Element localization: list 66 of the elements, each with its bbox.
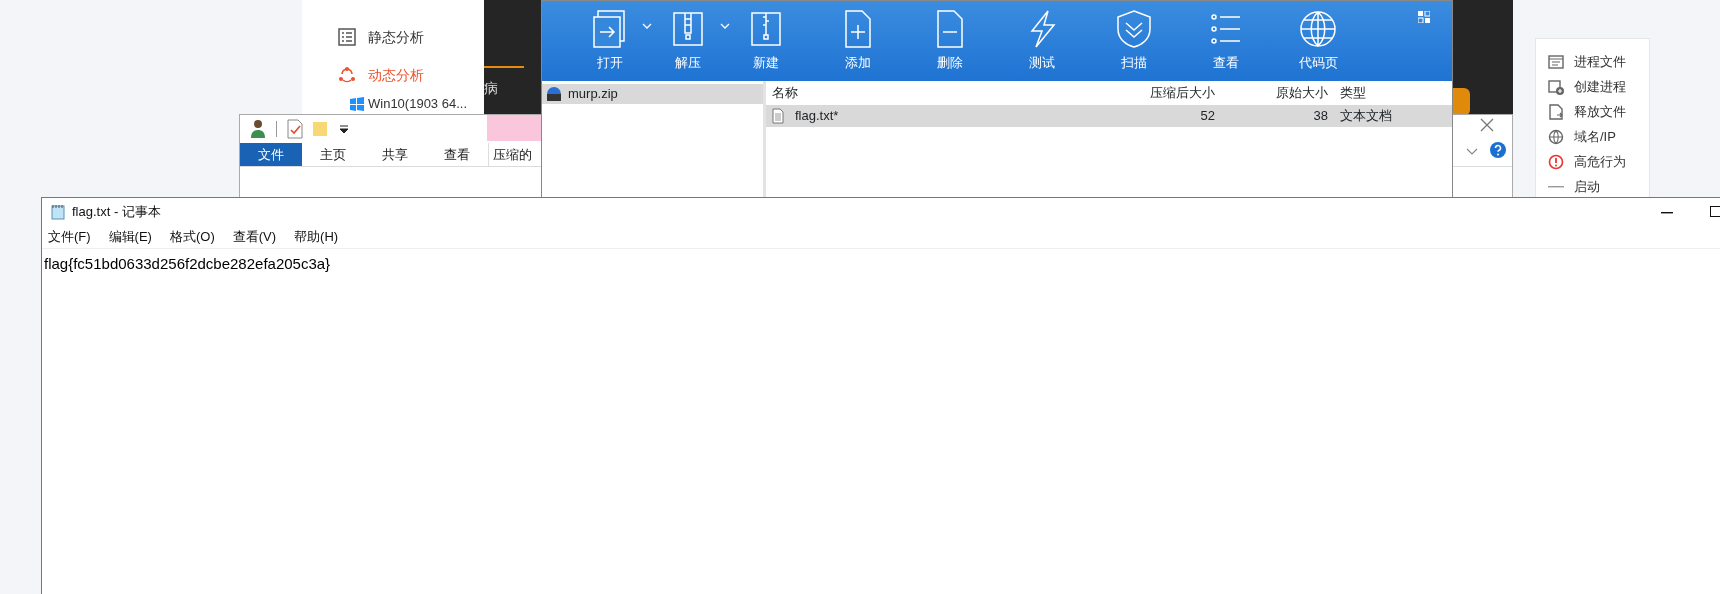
ribbon-tab[interactable]: 查看 <box>426 143 488 166</box>
legend-label: 高危行为 <box>1574 152 1626 171</box>
help-icon <box>1490 142 1506 158</box>
ribbon-tab[interactable]: 压缩的 <box>488 143 536 166</box>
close-icon <box>1480 118 1494 132</box>
menu-item[interactable]: 查看(V) <box>232 226 277 247</box>
user-icon <box>250 119 266 139</box>
menu-item[interactable]: 格式(O) <box>169 226 215 247</box>
archive-icon <box>546 86 562 102</box>
window-title: flag.txt - 记事本 <box>72 202 161 221</box>
toolbar-button[interactable]: 删除 <box>904 1 996 81</box>
notepad-icon <box>50 203 66 220</box>
table-cell-text: 38 <box>1312 107 1329 126</box>
table-cell-text: 文本文档 <box>1339 107 1393 126</box>
globe-icon <box>1548 128 1564 145</box>
toolbar-button[interactable]: 扫描 <box>1088 1 1180 81</box>
toolbar-button[interactable]: 添加 <box>812 1 904 81</box>
sidebar-item[interactable]: 动态分析 <box>302 56 484 94</box>
maximize-icon <box>1710 206 1720 217</box>
file-row[interactable]: flag.txt* 52 38 文本文档 <box>766 105 1452 127</box>
toolbar-button[interactable]: 查看 <box>1180 1 1272 81</box>
caret-icon <box>642 23 652 29</box>
caret-icon <box>720 23 730 29</box>
line-icon <box>1548 185 1564 188</box>
share-icon <box>338 66 356 84</box>
legend-label: 域名/IP <box>1574 127 1616 146</box>
file-release-icon <box>1548 103 1564 120</box>
column-header[interactable]: 原始大小 <box>1221 83 1334 103</box>
toolbar-button[interactable]: 代码页 <box>1272 1 1364 81</box>
text-content: flag{fc51bd0633d256f2dcbe282efa205c3a} <box>43 254 332 274</box>
column-header[interactable]: 压缩后大小 <box>1108 83 1221 103</box>
legend-label: 进程文件 <box>1574 52 1626 71</box>
windows-icon <box>350 96 364 111</box>
grid-icon <box>1418 11 1430 23</box>
globe-icon <box>1298 9 1338 50</box>
create-process-icon <box>1548 78 1564 95</box>
vm-item[interactable]: Win10(1903 64... <box>368 94 467 114</box>
legend-label: 创建进程 <box>1574 77 1626 96</box>
menu-item[interactable]: 文件(F) <box>48 226 91 247</box>
tree-item[interactable]: murp.zip <box>542 84 763 104</box>
divider-icon <box>276 121 277 137</box>
chevron-icon <box>1466 148 1478 156</box>
sidebar-item[interactable]: 静态分析 <box>302 18 484 56</box>
table-cell-text: flag.txt* <box>794 107 840 126</box>
checklist-icon <box>287 119 303 139</box>
ribbon-tab[interactable]: 文件 <box>240 143 302 166</box>
shield-icon <box>1114 9 1154 50</box>
list-icon <box>338 28 356 46</box>
column-header[interactable]: 名称 <box>766 83 1108 103</box>
ribbon-tab[interactable]: 共享 <box>364 143 426 166</box>
contextual-tab-header <box>487 115 542 141</box>
dropdown-icon <box>339 124 349 134</box>
legend-label: 释放文件 <box>1574 102 1626 121</box>
folder-icon <box>313 121 329 137</box>
toolbar-button[interactable]: 测试 <box>996 1 1088 81</box>
minimize-icon <box>1661 212 1673 214</box>
document-icon <box>772 108 784 124</box>
alert-icon <box>1548 153 1564 170</box>
ribbon-tab[interactable]: 主页 <box>302 143 364 166</box>
window-icon <box>1548 53 1564 70</box>
tab-label[interactable]: 病 <box>484 78 504 99</box>
column-header[interactable]: 类型 <box>1334 83 1444 103</box>
legend-label: 启动 <box>1574 177 1600 196</box>
menu-item[interactable]: 帮助(H) <box>294 226 339 247</box>
menu-item[interactable]: 编辑(E) <box>108 226 152 247</box>
table-cell-text: 52 <box>1199 107 1216 126</box>
